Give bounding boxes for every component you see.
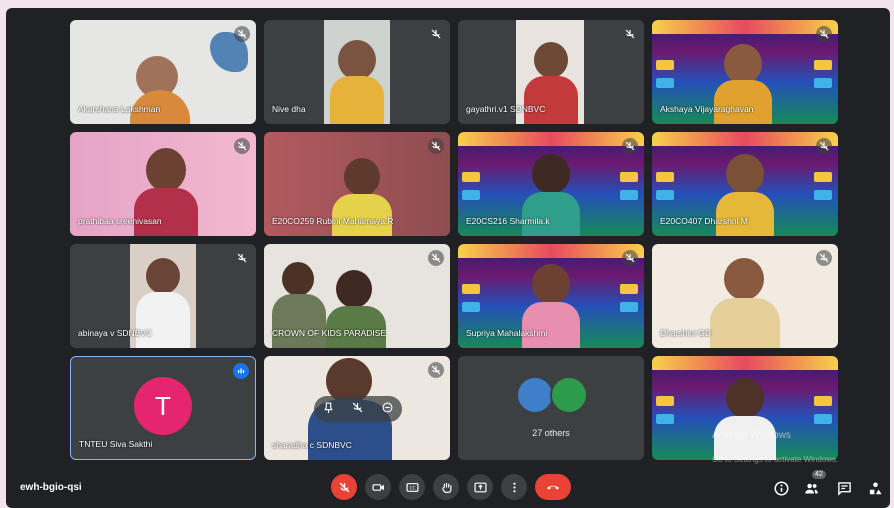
participant-name: Dharshini GD	[660, 328, 712, 338]
mic-off-icon[interactable]	[352, 400, 363, 418]
participant-tile[interactable]: Activate Windows	[652, 356, 838, 460]
meet-window: Akarshana Lakshman Nive dha gayathri.v1 …	[6, 8, 890, 508]
participant-name: Akarshana Lakshman	[78, 104, 161, 114]
people-icon	[804, 483, 818, 493]
mic-off-icon	[816, 250, 832, 266]
participant-name: gayathri.v1 SDNBVC	[466, 104, 546, 114]
participant-name: Akshaya Vijayaraghavan	[660, 104, 754, 114]
participant-tile[interactable]: E20CO407 Dharshni M	[652, 132, 838, 236]
others-count: 27 others	[532, 428, 570, 438]
mic-off-icon	[816, 26, 832, 42]
participant-name: E20CO259 Rubini Mahamaya.R	[272, 216, 394, 226]
avatar: T	[134, 377, 192, 435]
captions-icon: CC	[405, 482, 419, 492]
meeting-details-button[interactable]	[772, 479, 790, 497]
present-icon	[473, 482, 487, 492]
info-icon	[774, 481, 788, 495]
watermark-subtitle: Go to Settings to activate Windows.	[712, 455, 839, 464]
mic-off-icon	[428, 26, 444, 42]
participant-tile[interactable]: Nive dha	[264, 20, 450, 124]
more-icon	[512, 482, 516, 492]
participant-name: sharadha c SDNBVC	[272, 440, 352, 450]
minus-circle-icon[interactable]	[382, 400, 393, 418]
end-call-icon	[547, 485, 559, 490]
participant-tile[interactable]: prathibaa sreenivasan	[70, 132, 256, 236]
people-button[interactable]	[802, 479, 820, 497]
participant-tile[interactable]: sharadha c SDNBVC	[264, 356, 450, 460]
participant-tile[interactable]: E20CS216 Sharmila.k	[458, 132, 644, 236]
participant-tile-speaking[interactable]: T TNTEU Siva Sakthi	[70, 356, 256, 460]
participant-name: TNTEU Siva Sakthi	[79, 439, 153, 449]
avatar	[550, 376, 588, 414]
mic-off-icon	[622, 26, 638, 42]
participant-name: Nive dha	[272, 104, 306, 114]
others-tile[interactable]: 27 others	[458, 356, 644, 460]
mic-off-icon	[234, 26, 250, 42]
captions-button[interactable]: CC	[399, 474, 425, 500]
activities-button[interactable]	[866, 479, 884, 497]
raise-hand-icon	[441, 482, 451, 493]
camera-toggle-button[interactable]	[365, 474, 391, 500]
participant-tile[interactable]: Akshaya Vijayaraghavan	[652, 20, 838, 124]
mic-off-icon	[428, 138, 444, 154]
participant-name: Supriya Mahalakshmi	[466, 328, 548, 338]
meeting-code: ewh-bgio-qsi	[20, 482, 82, 493]
participant-tile[interactable]: CROWN OF KIDS PARADISE	[264, 244, 450, 348]
participant-name: abinaya v SDNBVC	[78, 328, 153, 338]
mic-off-icon	[816, 138, 832, 154]
activities-icon	[869, 482, 881, 494]
raise-hand-button[interactable]	[433, 474, 459, 500]
participant-tile[interactable]: Dharshini GD	[652, 244, 838, 348]
participant-name: E20CS216 Sharmila.k	[466, 216, 550, 226]
present-button[interactable]	[467, 474, 493, 500]
avatar	[516, 376, 554, 414]
camera-icon	[371, 483, 384, 491]
chat-button[interactable]	[835, 479, 853, 497]
svg-text:CC: CC	[409, 485, 415, 491]
participant-tile[interactable]: E20CO259 Rubini Mahamaya.R	[264, 132, 450, 236]
mic-off-icon	[339, 482, 349, 492]
mic-toggle-button[interactable]	[331, 474, 357, 500]
speaking-icon	[233, 363, 249, 379]
mic-off-icon	[234, 138, 250, 154]
mic-off-icon	[622, 138, 638, 154]
participant-name: prathibaa sreenivasan	[78, 216, 162, 226]
participant-tile[interactable]: abinaya v SDNBVC	[70, 244, 256, 348]
participant-name: CROWN OF KIDS PARADISE	[272, 328, 387, 338]
mic-off-icon	[622, 250, 638, 266]
pin-icon[interactable]	[323, 400, 334, 418]
participant-tile[interactable]: Akarshana Lakshman	[70, 20, 256, 124]
participant-tile[interactable]: Supriya Mahalakshmi	[458, 244, 644, 348]
participant-count-badge: 42	[812, 470, 826, 479]
participant-name: E20CO407 Dharshni M	[660, 216, 748, 226]
watermark: Activate Windows	[712, 430, 791, 441]
more-options-button[interactable]	[501, 474, 527, 500]
tile-hover-controls	[314, 396, 402, 422]
mic-off-icon	[234, 250, 250, 266]
chat-icon	[837, 481, 851, 496]
participant-tile[interactable]: gayathri.v1 SDNBVC	[458, 20, 644, 124]
mic-off-icon	[428, 362, 444, 378]
mic-off-icon	[428, 250, 444, 266]
end-call-button[interactable]	[535, 474, 571, 500]
